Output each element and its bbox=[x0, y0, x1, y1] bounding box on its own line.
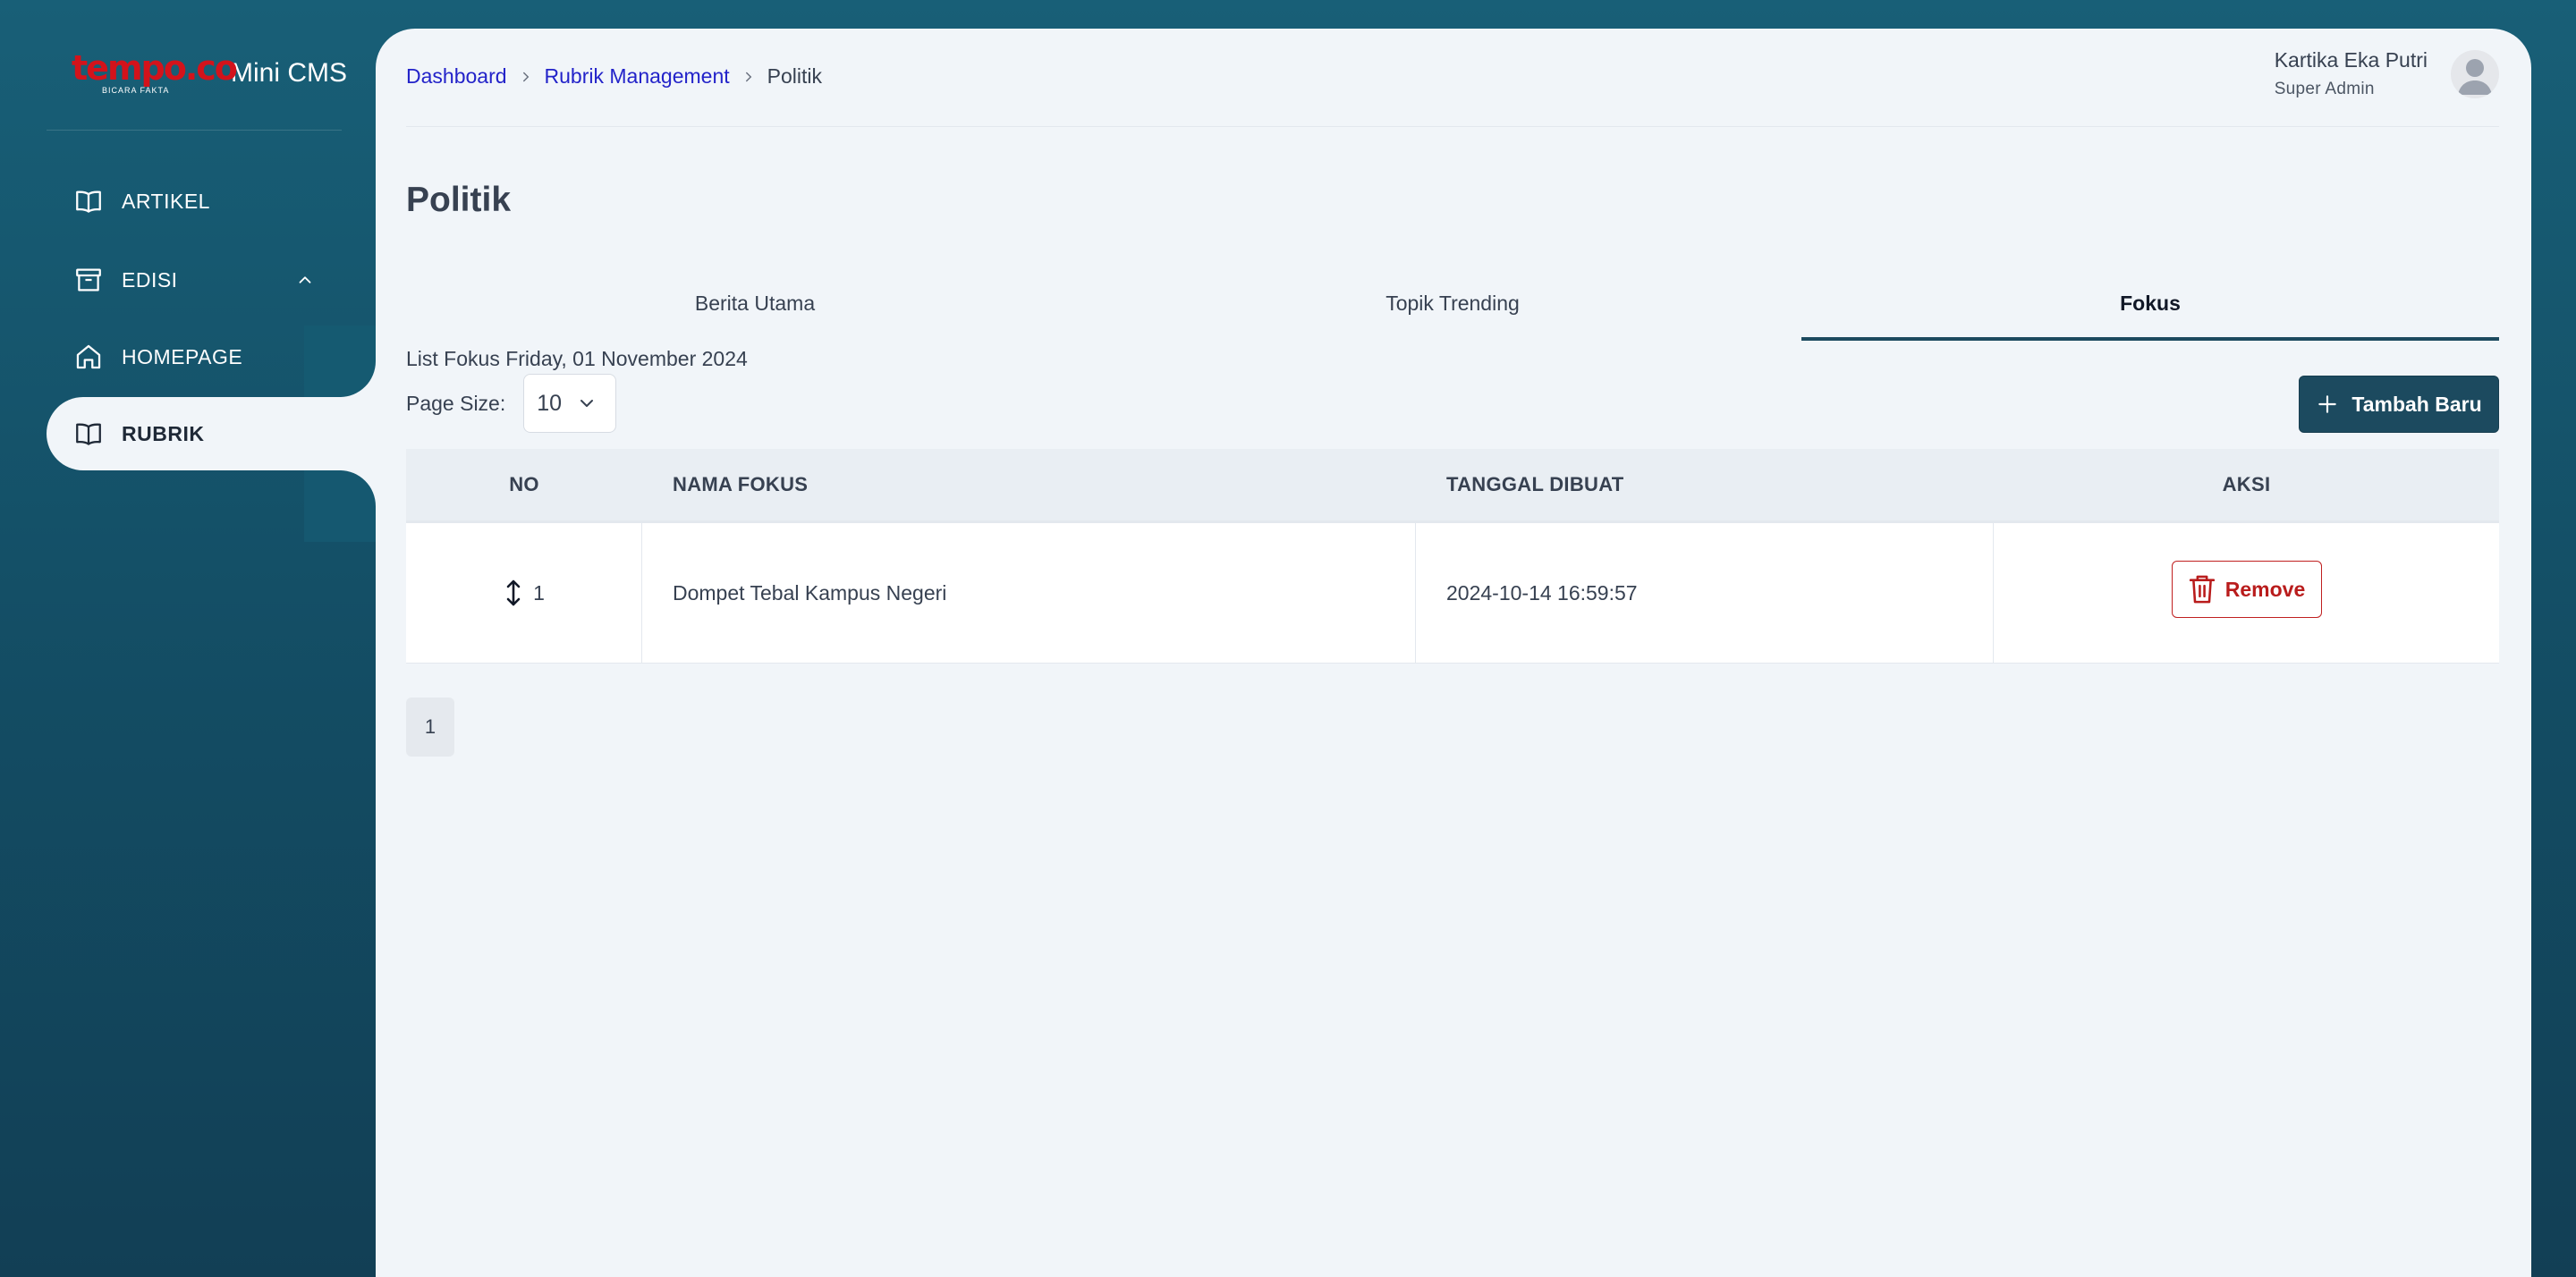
logo-tagline: BICARA FAKTA bbox=[102, 86, 170, 95]
book-open-icon bbox=[76, 190, 101, 213]
add-new-label: Tambah Baru bbox=[2351, 392, 2482, 416]
cell-tanggal-dibuat: 2024-10-14 16:59:57 bbox=[1416, 523, 1994, 663]
page-size-control: Page Size: 10 bbox=[406, 374, 617, 433]
plus-icon bbox=[2318, 395, 2337, 413]
sidebar-item-edisi[interactable]: EDISI bbox=[47, 243, 376, 317]
breadcrumb-dashboard[interactable]: Dashboard bbox=[406, 64, 507, 89]
tab-topik-trending[interactable]: Topik Trending bbox=[1104, 266, 1801, 341]
user-role: Super Admin bbox=[2274, 80, 2375, 98]
column-header-aksi: AKSI bbox=[2222, 473, 2271, 495]
app-name: Mini CMS bbox=[231, 58, 348, 88]
column-header-tanggal-dibuat: TANGGAL DIBUAT bbox=[1446, 473, 1624, 495]
remove-button[interactable]: Remove bbox=[2171, 561, 2322, 618]
tab-berita-utama[interactable]: Berita Utama bbox=[406, 266, 1104, 341]
page-size-label: Page Size: bbox=[406, 391, 506, 415]
home-icon bbox=[76, 344, 101, 369]
add-new-button[interactable]: Tambah Baru bbox=[2299, 376, 2499, 433]
cell-aksi: Remove bbox=[1994, 523, 2499, 663]
sidebar-item-label: ARTIKEL bbox=[122, 189, 210, 213]
breadcrumb-current: Politik bbox=[767, 64, 822, 88]
tempo-logo: tempo.co BICARA FAKTA bbox=[72, 48, 238, 98]
user-avatar-icon bbox=[2458, 58, 2492, 95]
tab-fokus[interactable]: Fokus bbox=[1801, 266, 2499, 341]
column-header-nama-fokus: NAMA FOKUS bbox=[673, 473, 809, 495]
top-bar: Dashboard Rubrik Management Politik Kart… bbox=[406, 29, 2499, 127]
trash-icon bbox=[2189, 575, 2215, 604]
column-header-no: NO bbox=[509, 473, 539, 495]
sidebar-divider bbox=[47, 130, 342, 131]
book-open-icon bbox=[76, 423, 101, 445]
main-panel: Dashboard Rubrik Management Politik Kart… bbox=[376, 29, 2531, 1277]
cell-no: 1 bbox=[406, 523, 642, 663]
table-row[interactable]: 1 Dompet Tebal Kampus Negeri 2024-10-14 … bbox=[406, 520, 2499, 664]
remove-label: Remove bbox=[2224, 577, 2306, 601]
user-menu[interactable]: Kartika Eka Putri Super Admin bbox=[2275, 48, 2499, 99]
chevron-right-icon bbox=[745, 72, 751, 81]
pagination-page-1[interactable]: 1 bbox=[406, 698, 454, 757]
tab-bar: Berita Utama Topik Trending Fokus bbox=[406, 266, 2499, 341]
fokus-table: NO NAMA FOKUS TANGGAL DIBUAT AKSI 1 Domp… bbox=[406, 449, 2499, 664]
breadcrumb: Dashboard Rubrik Management Politik bbox=[406, 64, 822, 89]
sidebar-item-artikel[interactable]: ARTIKEL bbox=[47, 165, 376, 238]
sidebar-item-label: EDISI bbox=[122, 267, 178, 292]
chevron-up-icon[interactable] bbox=[295, 270, 315, 290]
sidebar-item-rubrik[interactable]: RUBRIK bbox=[47, 397, 376, 470]
logo-text: tempo.co bbox=[72, 48, 238, 88]
chevron-down-icon bbox=[580, 400, 594, 407]
user-name: Kartika Eka Putri bbox=[2274, 48, 2428, 72]
page-title: Politik bbox=[406, 181, 512, 219]
chevron-right-icon bbox=[522, 72, 529, 81]
active-item-curve-bottom bbox=[304, 470, 376, 542]
user-info: Kartika Eka Putri Super Admin bbox=[2275, 48, 2428, 99]
row-number: 1 bbox=[533, 580, 545, 605]
brand[interactable]: tempo.co BICARA FAKTA Mini CMS bbox=[72, 47, 347, 100]
drag-handle-icon[interactable] bbox=[503, 578, 524, 608]
page-size-select[interactable]: 10 bbox=[523, 374, 617, 433]
breadcrumb-rubrik-management[interactable]: Rubrik Management bbox=[545, 64, 730, 89]
sidebar-item-label: RUBRIK bbox=[122, 421, 205, 445]
archive-box-icon bbox=[76, 268, 101, 292]
table-header: NO NAMA FOKUS TANGGAL DIBUAT AKSI bbox=[406, 449, 2499, 520]
list-caption: List Fokus Friday, 01 November 2024 bbox=[406, 347, 748, 370]
page-size-value: 10 bbox=[537, 390, 563, 416]
sidebar: tempo.co BICARA FAKTA Mini CMS ARTIKEL E… bbox=[0, 0, 376, 1277]
app-root: tempo.co BICARA FAKTA Mini CMS ARTIKEL E… bbox=[0, 0, 2576, 1277]
cell-nama-fokus: Dompet Tebal Kampus Negeri bbox=[642, 523, 1416, 663]
active-item-curve-top bbox=[304, 326, 376, 397]
avatar[interactable] bbox=[2451, 49, 2499, 98]
